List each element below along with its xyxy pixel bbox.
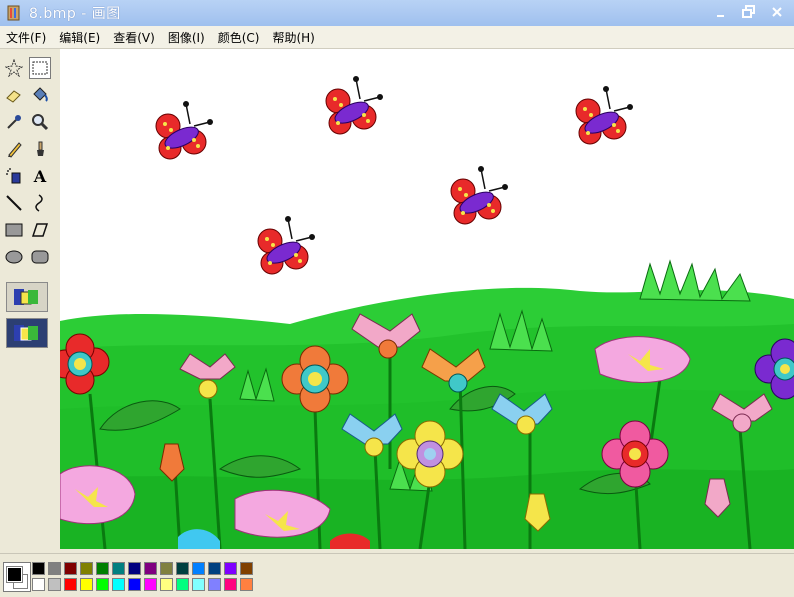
menu-colors[interactable]: 颜色(C) [212, 29, 267, 46]
palette-swatch[interactable] [208, 562, 221, 575]
eyedropper-icon [7, 115, 21, 129]
palette-swatch[interactable] [144, 578, 157, 591]
eraser-tool[interactable] [3, 84, 25, 106]
palette-swatch[interactable] [176, 562, 189, 575]
palette-swatch[interactable] [208, 578, 221, 591]
foreground-color-swatch[interactable] [6, 566, 23, 583]
pencil-tool[interactable] [3, 138, 25, 160]
menu-image[interactable]: 图像(I) [162, 29, 212, 46]
airbrush-icon [6, 168, 21, 184]
airbrush-tool[interactable] [3, 165, 25, 187]
menu-edit[interactable]: 编辑(E) [53, 29, 107, 46]
palette-swatch[interactable] [128, 562, 141, 575]
palette-swatch[interactable] [32, 562, 45, 575]
free-select-tool[interactable] [3, 57, 25, 79]
free-select-icon [5, 59, 23, 77]
menu-file[interactable]: 文件(F) [0, 29, 53, 46]
palette-swatch[interactable] [64, 562, 77, 575]
palette-swatch[interactable] [32, 578, 45, 591]
ellipse-icon [5, 250, 23, 264]
text-tool[interactable]: A [29, 165, 51, 187]
rectangle-tool[interactable] [3, 219, 25, 241]
menu-bar: 文件(F) 编辑(E) 查看(V) 图像(I) 颜色(C) 帮助(H) [0, 26, 794, 49]
palette-swatch[interactable] [240, 578, 253, 591]
title-bar[interactable]: 8.bmp - 画图 [0, 0, 794, 26]
fill-style-selected-icon [14, 325, 38, 341]
palette-swatch[interactable] [112, 562, 125, 575]
close-icon [772, 7, 782, 17]
palette-swatch[interactable] [48, 578, 61, 591]
palette-swatch[interactable] [240, 562, 253, 575]
line-tool[interactable] [3, 192, 25, 214]
palette-swatch[interactable] [144, 562, 157, 575]
brush-tool[interactable] [29, 138, 51, 160]
fill-tool[interactable] [29, 84, 51, 106]
palette-swatch[interactable] [224, 562, 237, 575]
rect-select-icon [32, 61, 48, 75]
restore-button[interactable] [740, 3, 758, 21]
fill-option-filled[interactable] [6, 318, 48, 348]
paint-app-icon [7, 5, 20, 21]
palette-swatch[interactable] [48, 562, 61, 575]
pencil-icon [8, 142, 22, 158]
drawing-canvas[interactable] [60, 49, 794, 549]
palette-swatch[interactable] [160, 562, 173, 575]
color-picker-tool[interactable] [3, 111, 25, 133]
palette-swatch[interactable] [80, 578, 93, 591]
butterfly [155, 101, 213, 160]
butterfly [450, 166, 508, 225]
window-title: 8.bmp - 画图 [29, 6, 121, 22]
fill-style-icon [14, 289, 38, 305]
brush-icon [37, 141, 44, 156]
text-tool-glyph: A [33, 166, 47, 186]
palette-swatch[interactable] [176, 578, 189, 591]
polygon-tool[interactable] [29, 219, 51, 241]
curve-icon [35, 194, 43, 212]
palette-swatch[interactable] [192, 578, 205, 591]
curve-tool[interactable] [29, 192, 51, 214]
palette-swatch[interactable] [224, 578, 237, 591]
minimize-button[interactable] [712, 3, 730, 21]
minimize-icon [717, 15, 724, 17]
line-icon [6, 195, 22, 211]
rect-select-tool[interactable] [29, 57, 51, 79]
polygon-icon [31, 223, 49, 237]
palette-swatch[interactable] [192, 562, 205, 575]
menu-help[interactable]: 帮助(H) [266, 29, 321, 46]
ellipse-tool[interactable] [3, 246, 25, 268]
butterfly [257, 216, 315, 275]
palette-swatch[interactable] [112, 578, 125, 591]
butterfly [575, 86, 633, 145]
rectangle-icon [5, 223, 23, 237]
current-colors[interactable] [3, 562, 31, 592]
palette-swatch[interactable] [96, 578, 109, 591]
flower-meadow-image [60, 76, 794, 549]
palette-swatch[interactable] [64, 578, 77, 591]
toolbox: A [0, 49, 56, 549]
palette-swatch[interactable] [96, 562, 109, 575]
palette-swatch[interactable] [80, 562, 93, 575]
rounded-rectangle-icon [31, 250, 49, 264]
palette-swatch[interactable] [160, 578, 173, 591]
rounded-rect-tool[interactable] [29, 246, 51, 268]
paint-bucket-icon [33, 87, 48, 102]
magnifier-icon [32, 114, 49, 131]
eraser-icon [6, 90, 21, 103]
close-button[interactable] [768, 3, 786, 21]
palette-swatch[interactable] [128, 578, 141, 591]
magnifier-tool[interactable] [29, 111, 51, 133]
fill-option-outline[interactable] [6, 282, 48, 312]
restore-icon [742, 5, 755, 18]
menu-view[interactable]: 查看(V) [107, 29, 162, 46]
butterfly [325, 76, 383, 135]
